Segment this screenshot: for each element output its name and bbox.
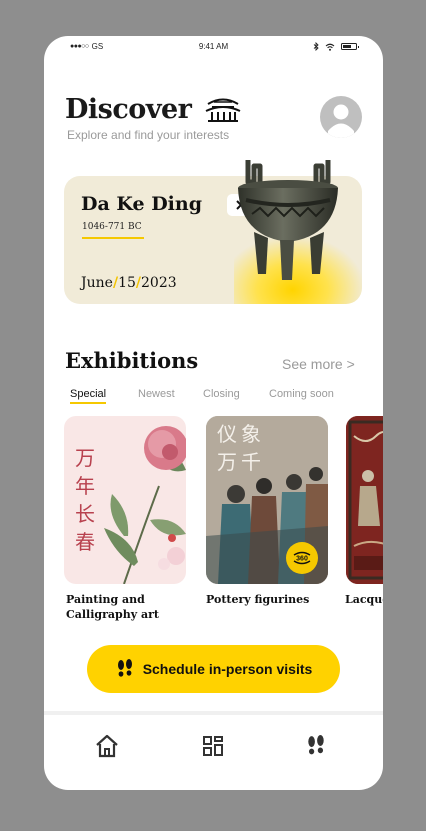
schedule-visit-button[interactable]: Schedule in-person visits — [87, 645, 340, 693]
bronze-ding-image — [238, 160, 338, 280]
avatar[interactable] — [320, 96, 362, 138]
cjk-char: 象 — [241, 422, 261, 446]
tab-coming-soon[interactable]: Coming soon — [269, 388, 334, 400]
nav-collections[interactable] — [200, 734, 226, 758]
card-label-lacquer: Lacque — [345, 593, 383, 606]
temple-icon — [205, 98, 241, 122]
exhibition-card-lacquer[interactable] — [346, 416, 383, 584]
cjk-char: 年 — [75, 474, 95, 498]
grid-icon — [203, 736, 223, 756]
bluetooth-icon — [313, 42, 319, 51]
bottom-nav-divider — [44, 711, 383, 715]
status-icons — [313, 42, 359, 51]
exhibition-date: June/15/2023 — [81, 275, 177, 291]
nav-home[interactable] — [94, 734, 120, 758]
cjk-char: 千 — [241, 450, 261, 474]
cjk-char: 万 — [217, 450, 237, 474]
badge-360-text: 360 — [296, 556, 308, 563]
nav-visits[interactable] — [303, 734, 329, 758]
lacquer-screen-image — [346, 416, 383, 584]
view-360-icon: 360 — [293, 551, 311, 565]
cjk-char: 仪 — [217, 422, 237, 446]
phone-screen: ●●●○○ GS 9:41 AM Discover Explore and fi… — [44, 36, 383, 790]
footprints-icon — [308, 735, 324, 755]
home-icon — [96, 734, 118, 758]
status-bar: ●●●○○ GS 9:41 AM — [44, 42, 383, 56]
cjk-char: 长 — [75, 502, 95, 526]
wifi-icon — [325, 43, 335, 51]
date-month: June — [81, 275, 113, 291]
card-label-line: Painting and — [66, 593, 145, 606]
view-360-button[interactable]: 360 — [286, 542, 318, 574]
era-underline — [82, 237, 144, 239]
footprints-icon — [117, 659, 132, 677]
exhibition-card-painting[interactable]: 万 年 长 春 — [64, 416, 186, 584]
battery-icon — [341, 43, 359, 50]
tab-closing[interactable]: Closing — [203, 388, 240, 400]
cjk-char: 春 — [75, 530, 95, 554]
schedule-visit-label: Schedule in-person visits — [142, 661, 313, 677]
page-title: Discover — [65, 94, 192, 125]
artifact-name: Da Ke Ding — [81, 193, 202, 215]
card-label-painting: Painting and Calligraphy art — [66, 592, 159, 622]
tab-newest[interactable]: Newest — [138, 388, 175, 400]
user-icon — [328, 104, 354, 138]
see-more-link[interactable]: See more > — [282, 356, 355, 372]
date-year: 2023 — [141, 275, 177, 291]
exhibitions-title: Exhibitions — [65, 348, 199, 373]
date-day: 15 — [118, 275, 136, 291]
exhibition-card-pottery[interactable]: 仪 象 万 千 360 — [206, 416, 328, 584]
card-label-pottery: Pottery figurines — [206, 593, 310, 606]
tab-special[interactable]: Special — [70, 388, 107, 404]
card-label-line: Calligraphy art — [66, 608, 159, 621]
cjk-char: 万 — [75, 446, 95, 470]
page-subtitle: Explore and find your interests — [67, 128, 230, 142]
artifact-era: 1046-771 BC — [82, 222, 142, 232]
